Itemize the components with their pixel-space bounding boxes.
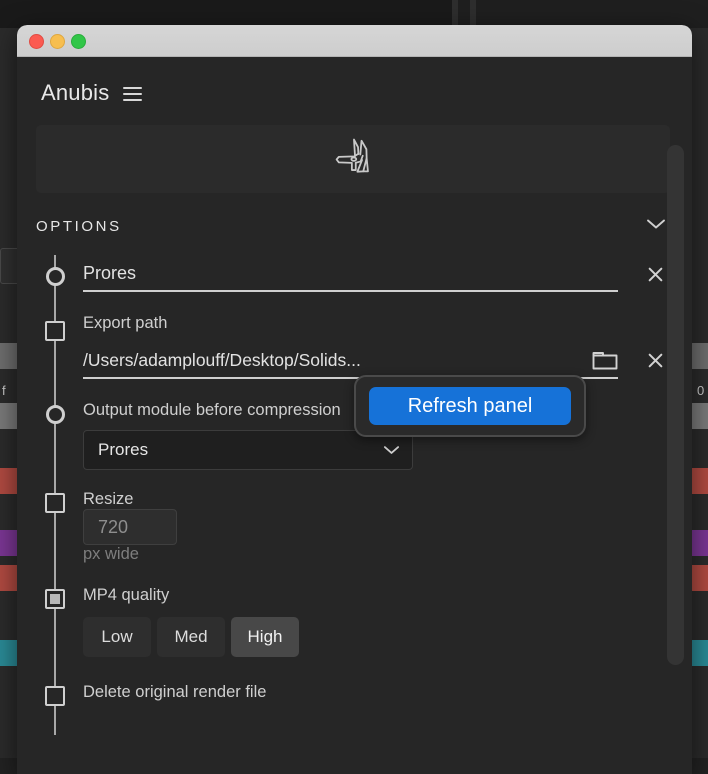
- close-icon: [648, 267, 662, 281]
- checkbox-resize[interactable]: [38, 486, 72, 520]
- app-title: Anubis: [41, 80, 110, 105]
- mp4-quality-option-high[interactable]: High: [231, 617, 299, 657]
- resize-label: Resize: [83, 490, 134, 508]
- refresh-panel-container: Refresh panel: [354, 375, 586, 437]
- ae-tick-mark: [452, 0, 458, 28]
- anubis-window: Anubis OPTIONS Prores Export path /Users…: [17, 25, 692, 774]
- window-maximize-button[interactable]: [71, 34, 86, 49]
- folder-icon[interactable]: [592, 350, 618, 371]
- refresh-panel-button[interactable]: Refresh panel: [369, 387, 571, 425]
- window-content: Anubis OPTIONS Prores Export path /Users…: [17, 57, 692, 774]
- delete-original-label: Delete original render file: [83, 683, 267, 701]
- option-row-mp4-quality: MP4 quality Low Med High: [17, 564, 692, 657]
- ae-text-fragment-left: f: [2, 383, 6, 398]
- logo-card: [36, 125, 670, 193]
- output-module-selected-value: Prores: [98, 440, 149, 459]
- radio-output-module[interactable]: [38, 397, 72, 431]
- vertical-scrollbar-track[interactable]: [666, 57, 686, 774]
- close-icon: [648, 353, 662, 367]
- app-header: Anubis: [17, 57, 692, 105]
- option-row-delete-original: Delete original render file: [17, 657, 692, 713]
- option-row-resize: Resize 720 px wide: [17, 470, 692, 564]
- window-titlebar[interactable]: [17, 25, 692, 57]
- mp4-quality-label: MP4 quality: [83, 586, 170, 604]
- resize-width-input[interactable]: 720: [83, 509, 177, 545]
- prores-name-input[interactable]: Prores: [83, 261, 618, 292]
- vertical-scrollbar-thumb[interactable]: [667, 145, 684, 665]
- window-minimize-button[interactable]: [50, 34, 65, 49]
- export-path-label: Export path: [83, 314, 168, 332]
- chevron-down-icon: [383, 446, 400, 454]
- option-row-export-path: Export path /Users/adamplouff/Desktop/So…: [17, 292, 692, 379]
- mp4-quality-option-low[interactable]: Low: [83, 617, 151, 657]
- hamburger-icon[interactable]: [123, 85, 143, 101]
- refresh-panel-button-label: Refresh panel: [407, 394, 533, 417]
- prores-name-value: Prores: [83, 263, 137, 283]
- option-row-prores-name: Prores: [17, 251, 692, 292]
- window-close-button[interactable]: [29, 34, 44, 49]
- export-path-value: /Users/adamplouff/Desktop/Solids...: [83, 350, 361, 370]
- resize-width-value: 720: [98, 516, 129, 537]
- mp4-quality-option-med[interactable]: Med: [157, 617, 225, 657]
- mp4-quality-segmented-control: Low Med High: [83, 617, 670, 657]
- checkbox-export-path[interactable]: [38, 314, 72, 348]
- options-section-header[interactable]: OPTIONS: [36, 209, 670, 243]
- ae-tick-mark: [470, 0, 476, 28]
- radio-prores-name[interactable]: [38, 259, 72, 293]
- checkbox-delete-original[interactable]: [38, 679, 72, 713]
- checkbox-mp4-quality[interactable]: [38, 582, 72, 616]
- options-list: Prores Export path /Users/adamplouff/Des…: [17, 251, 692, 743]
- ae-text-fragment-right: 0: [697, 383, 705, 398]
- options-section-title: OPTIONS: [36, 217, 122, 235]
- resize-unit-label: px wide: [83, 545, 139, 563]
- ae-top-dark-block: [0, 0, 452, 28]
- anubis-jackal-head-icon: [335, 138, 369, 173]
